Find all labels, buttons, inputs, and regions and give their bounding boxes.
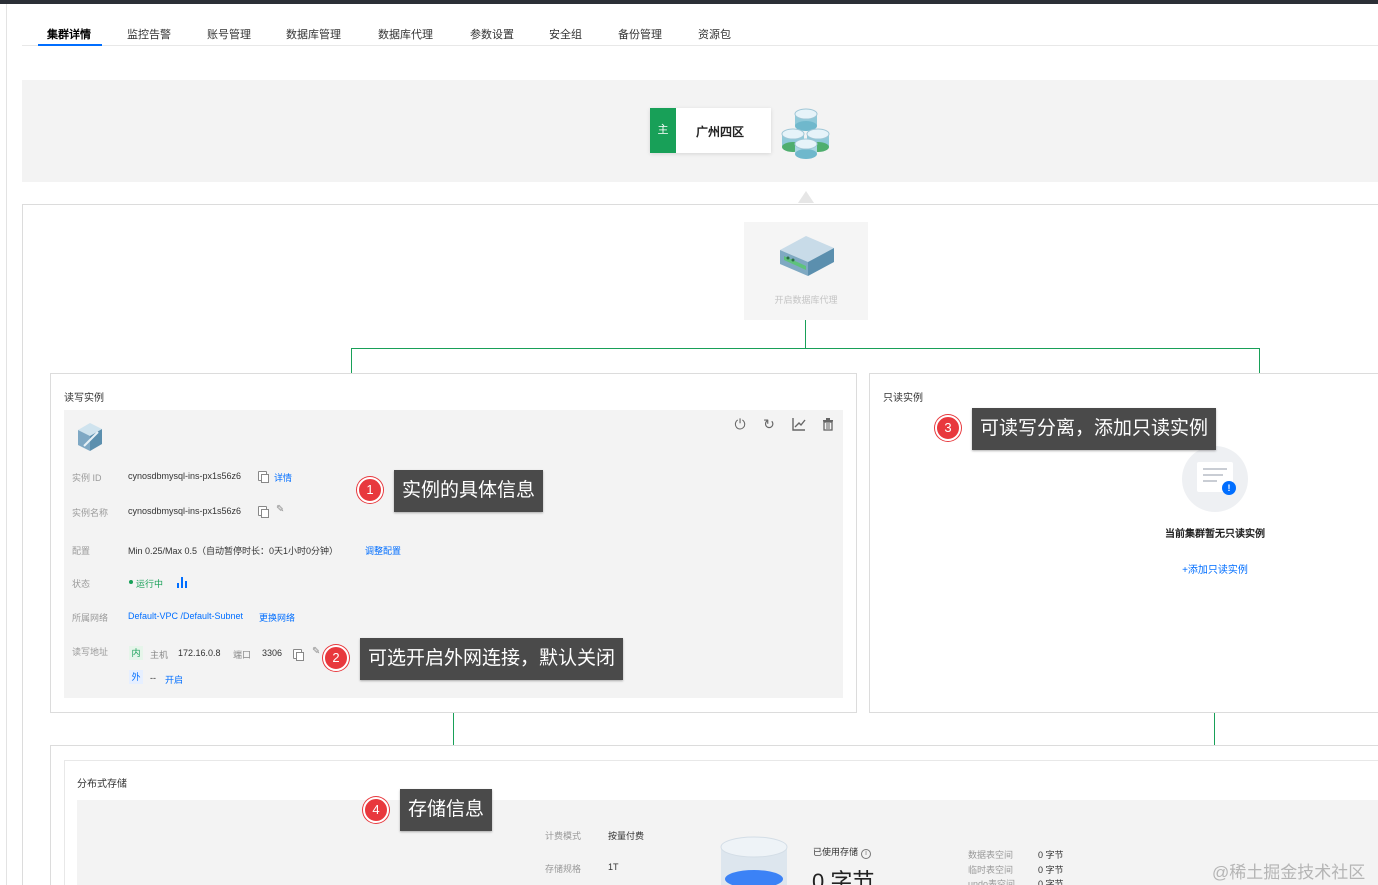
instance-name-value: cynosdbmysql-ins-px1s56z6 (128, 506, 242, 516)
billing-mode-label: 计费模式 (545, 831, 582, 841)
storage-spec-label: 存储规格 (545, 864, 582, 874)
callout-number-3: 3 (935, 415, 961, 441)
temp-tablespace-label: 临时表空间 (968, 865, 1014, 875)
host-value: 172.16.0.8 (178, 648, 221, 658)
data-tablespace-value: 0 字节 (1038, 850, 1064, 860)
region-card[interactable]: 主 广州四区 (650, 108, 771, 153)
copy-instance-name-icon[interactable] (258, 506, 269, 518)
billing-mode-value: 按量付费 (608, 831, 645, 841)
used-storage-label-text: 已使用存储 (813, 847, 859, 857)
inner-network-tag: 内 (129, 646, 143, 660)
undo-tablespace-value: 0 字节 (1038, 879, 1064, 885)
database-cluster-icon (781, 108, 830, 159)
watermark-text: @稀土掘金技术社区 (1212, 863, 1366, 882)
tab-database-management[interactable]: 数据库管理 (286, 26, 341, 42)
port-label: 端口 (233, 650, 252, 660)
network-value[interactable]: Default-VPC /Default-Subnet (128, 611, 243, 621)
adjust-config-link[interactable]: 调整配置 (365, 544, 401, 557)
enable-public-network-link[interactable]: 开启 (165, 673, 183, 686)
read-only-instance-title: 只读实例 (883, 393, 923, 404)
info-badge-icon: ! (1222, 481, 1236, 495)
tab-backup-management[interactable]: 备份管理 (618, 26, 662, 42)
copy-instance-id-icon[interactable] (258, 471, 269, 483)
database-proxy-icon (780, 236, 834, 276)
connector-line (805, 320, 806, 348)
network-label: 所属网络 (72, 613, 109, 623)
callout-read-only-instance: 可读写分离，添加只读实例 (972, 408, 1217, 450)
tab-database-proxy[interactable]: 数据库代理 (378, 26, 433, 42)
instance-id-label: 实例 ID (72, 473, 102, 483)
restart-icon[interactable]: ↻ (761, 416, 777, 432)
tab-account-management[interactable]: 账号管理 (207, 26, 251, 42)
tab-cluster-details[interactable]: 集群详情 (47, 26, 91, 42)
storage-spec-value: 1T (608, 862, 619, 872)
tab-resource-package[interactable]: 资源包 (698, 26, 731, 42)
connector-line (453, 713, 454, 745)
storage-cylinder-icon (720, 836, 788, 885)
database-proxy-label: 开启数据库代理 (774, 295, 838, 305)
edit-name-icon[interactable]: ✎ (276, 504, 284, 515)
add-read-only-instance-link[interactable]: +添加只读实例 (1100, 561, 1330, 576)
region-pointer (798, 191, 814, 203)
info-icon[interactable]: i (861, 849, 872, 859)
copy-address-icon[interactable] (293, 649, 304, 661)
host-label: 主机 (150, 650, 169, 660)
used-storage-label: 已使用存储 i (813, 845, 872, 859)
master-tag: 主 (650, 108, 676, 153)
status-value: 运行中 (136, 579, 164, 589)
used-storage-value: 0 字节 (812, 869, 875, 885)
config-label: 配置 (72, 546, 91, 556)
active-tab-indicator (38, 44, 102, 46)
temp-tablespace-value: 0 字节 (1038, 865, 1064, 875)
status-label: 状态 (72, 579, 91, 589)
distributed-storage-title: 分布式存储 (77, 779, 127, 790)
callout-storage-info: 存储信息 (400, 789, 493, 831)
power-icon[interactable]: ⏻ (732, 416, 748, 432)
instance-name-label: 实例名称 (72, 508, 109, 518)
connector-line (1259, 348, 1260, 373)
tab-parameter-settings[interactable]: 参数设置 (470, 26, 514, 42)
status-dot (129, 580, 133, 584)
status-chart-icon[interactable] (177, 577, 189, 588)
outer-network-value: -- (150, 673, 156, 683)
monitor-chart-icon[interactable] (791, 416, 807, 432)
callout-public-network: 可选开启外网连接，默认关闭 (360, 638, 624, 680)
left-divider (6, 4, 7, 885)
callout-instance-details: 实例的具体信息 (394, 470, 544, 512)
config-value: Min 0.25/Max 0.5（自动暂停时长：0天1小时0分钟） (128, 546, 339, 556)
region-name: 广州四区 (696, 125, 745, 139)
rw-address-label: 读写地址 (72, 647, 109, 657)
connector-line (1214, 713, 1215, 745)
callout-number-4: 4 (363, 797, 389, 823)
read-write-instance-title: 读写实例 (64, 393, 104, 404)
connector-line (351, 348, 1260, 349)
tab-bar: 集群详情 监控告警 账号管理 数据库管理 数据库代理 参数设置 安全组 备份管理… (22, 18, 1378, 46)
undo-tablespace-label: undo表空间 (968, 879, 1016, 885)
instance-detail-link[interactable]: 详情 (274, 471, 292, 484)
tab-security-group[interactable]: 安全组 (549, 26, 582, 42)
no-read-only-instance-text: 当前集群暂无只读实例 (1165, 529, 1265, 540)
port-value: 3306 (262, 648, 283, 658)
edit-port-icon[interactable]: ✎ (312, 646, 320, 657)
callout-number-2: 2 (323, 645, 349, 671)
connector-line (351, 348, 352, 373)
data-tablespace-label: 数据表空间 (968, 850, 1014, 860)
instance-id-value: cynosdbmysql-ins-px1s56z6 (128, 471, 242, 481)
top-bar (0, 0, 1378, 4)
change-network-link[interactable]: 更换网络 (259, 611, 295, 624)
outer-network-tag: 外 (129, 670, 143, 684)
tab-monitoring-alarm[interactable]: 监控告警 (127, 26, 171, 42)
instance-icon (78, 423, 102, 451)
delete-icon[interactable] (820, 416, 836, 432)
callout-number-1: 1 (357, 477, 383, 503)
